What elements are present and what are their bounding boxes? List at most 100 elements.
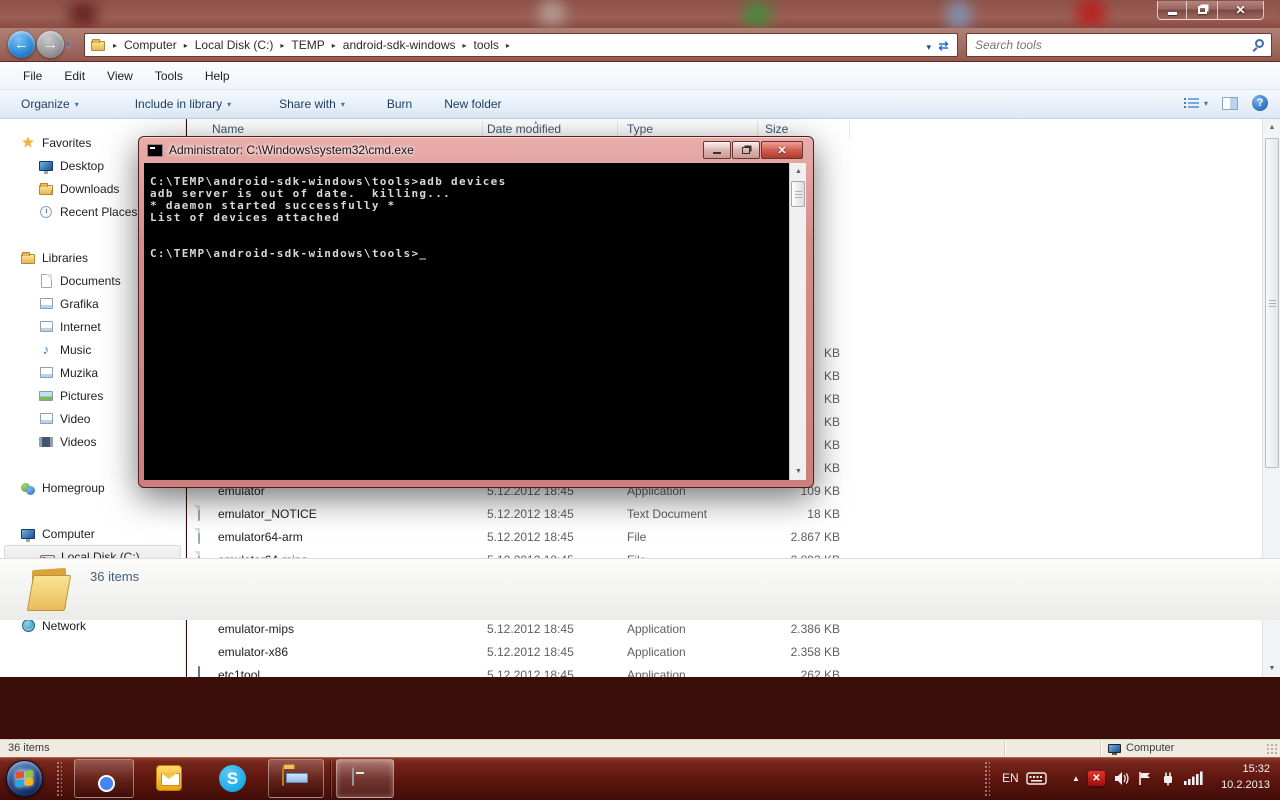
taskbar-cmd-button[interactable] [336,759,394,798]
taskbar-grip [984,761,990,796]
sidebar-label: Pictures [60,388,104,403]
scroll-down-button[interactable]: ▼ [790,463,807,480]
refresh-icon: ⇄ [938,39,949,53]
console-line: C:\TEMP\android-sdk-windows\tools>adb de… [150,175,507,188]
computer-icon [20,526,36,542]
restore-button[interactable] [1187,1,1217,20]
column-divider[interactable] [849,121,850,139]
chevron-down-icon: ▾ [340,99,345,109]
column-header-type[interactable]: Type [627,122,653,136]
cmd-maximize-button[interactable] [732,141,760,159]
file-row[interactable]: emulator64-arm 5.12.2012 18:45 File 2.867 K… [187,526,1262,549]
chevron-down-icon: ▾ [1203,98,1208,108]
address-bar[interactable]: ▸ Computer ▸ Local Disk (C:) ▸ TEMP ▸ an… [84,33,958,57]
sidebar-label: Recent Places [60,204,138,219]
minimize-button[interactable] [1157,1,1187,20]
console-icon [147,143,163,157]
cmd-close-button[interactable]: ✕ [761,141,803,159]
taskbar-explorer-button[interactable] [268,759,324,798]
back-button[interactable]: ← [8,31,35,58]
folder-icon [90,37,106,53]
file-size: 262 KB [800,668,840,677]
burn-button[interactable]: Burn [378,92,421,116]
console-output[interactable]: C:\TEMP\android-sdk-windows\tools>adb de… [144,163,806,480]
close-icon: ✕ [777,144,787,157]
new-folder-button[interactable]: New folder [435,92,510,116]
power-plug-icon[interactable] [1160,771,1176,791]
menu-edit[interactable]: Edit [53,65,96,87]
volume-icon[interactable] [1114,771,1130,791]
network-signal-icon[interactable] [1184,771,1203,790]
menu-tools[interactable]: Tools [144,65,194,87]
scrollbar-thumb[interactable] [1265,138,1279,468]
desktop-icon-blur [948,2,970,28]
title-bar[interactable]: ✕ [0,0,1280,28]
sidebar-item-computer[interactable]: Computer [0,522,185,545]
libraries-icon [20,250,36,266]
breadcrumb-temp[interactable]: TEMP [291,38,324,52]
close-button[interactable]: ✕ [1217,1,1264,20]
resize-grip[interactable] [1266,743,1278,755]
cmd-window: Administrator: C:\Windows\system32\cmd.e… [138,136,814,488]
taskbar-clock[interactable]: 15:32 10.2.2013 [1221,761,1270,793]
outlook-icon-button[interactable] [156,765,182,791]
breadcrumb-tools[interactable]: tools [474,38,499,52]
menu-help[interactable]: Help [194,65,241,87]
file-type: Application [627,645,686,659]
library-icon [38,296,54,312]
file-row[interactable]: emulator-mips 5.12.2012 18:45 Application 2… [187,618,1262,641]
refresh-button[interactable]: ⇄ [933,37,954,55]
scrollbar-thumb[interactable] [791,181,805,207]
file-date: 5.12.2012 18:45 [487,507,574,521]
text-file-icon [198,505,200,521]
console-scrollbar[interactable]: ▲ ▼ [789,163,806,480]
forward-button[interactable]: → [37,31,64,58]
file-row[interactable]: emulator-x86 5.12.2012 18:45 Application 2.… [187,641,1262,664]
organize-button[interactable]: Organize ▾ [12,92,88,116]
sidebar-label: Desktop [60,158,105,173]
taskbar-chrome-button[interactable] [74,759,134,798]
console-prompt-line: C:\TEMP\android-sdk-windows\tools>_ [150,247,786,260]
column-header-date[interactable]: Date modified [487,122,561,136]
items-count-label: 36 items [90,569,140,584]
breadcrumb-android-sdk[interactable]: android-sdk-windows [343,38,456,52]
documents-icon [38,273,54,289]
action-center-flag-icon[interactable] [1138,771,1152,791]
file-row[interactable]: etc1tool 5.12.2012 18:45 Application 262 KB [187,664,1262,677]
share-with-button[interactable]: Share with ▾ [270,92,354,116]
keyboard-icon[interactable] [1026,771,1047,790]
file-row[interactable]: emulator_NOTICE 5.12.2012 18:45 Text Docum… [187,503,1262,526]
cmd-minimize-button[interactable] [703,141,731,159]
search-box[interactable] [966,33,1272,57]
file-type: File [627,530,647,544]
application-icon [198,666,200,677]
column-header-name[interactable]: Name [212,122,244,136]
change-view-button[interactable]: ▾ [1183,96,1208,110]
file-date: 5.12.2012 18:45 [487,622,574,636]
status-divider [1100,741,1101,757]
skype-icon-button[interactable]: S [219,765,246,792]
scroll-up-button[interactable]: ▲ [790,163,807,180]
start-button[interactable] [6,760,43,797]
address-dropdown[interactable]: ▾ [926,42,931,53]
language-indicator[interactable]: EN [1002,771,1019,785]
file-name: emulator_NOTICE [218,507,317,521]
show-hidden-icons-button[interactable]: ▲ [1072,774,1080,783]
sidebar-label: Documents [60,273,121,288]
file-type: Application [627,622,686,636]
breadcrumb-computer[interactable]: Computer [124,38,177,52]
preview-pane-button[interactable] [1222,96,1238,110]
breadcrumb-local-disk[interactable]: Local Disk (C:) [195,38,274,52]
menu-file[interactable]: File [12,65,53,87]
column-header-size[interactable]: Size [765,122,788,136]
help-button[interactable]: ? [1252,95,1268,111]
system-tray: EN ▲ ✕ 15:32 10.2.2013 [980,757,1280,800]
menu-view[interactable]: View [96,65,144,87]
search-input[interactable] [967,34,1271,56]
recent-pages-dropdown[interactable]: ▾ [66,40,71,51]
scroll-up-button[interactable]: ▲ [1263,119,1280,136]
scroll-down-button[interactable]: ▼ [1263,660,1280,677]
alert-badge-icon[interactable]: ✕ [1088,771,1105,786]
include-in-library-button[interactable]: Include in library ▾ [126,92,240,116]
library-icon [38,319,54,335]
